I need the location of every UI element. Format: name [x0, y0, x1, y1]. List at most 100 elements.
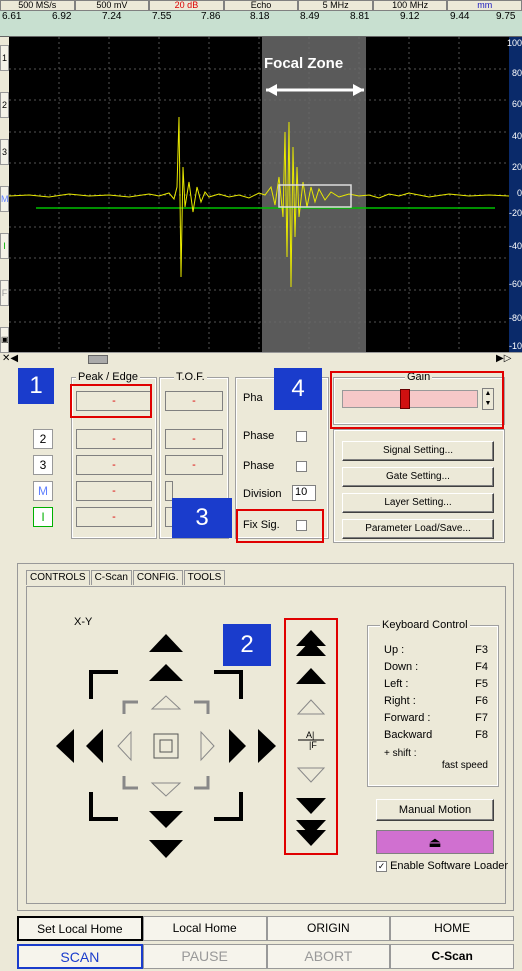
channel-tab-m[interactable]: M: [0, 186, 9, 212]
key-binding: F3: [475, 644, 488, 656]
row-label-i: I: [33, 507, 53, 527]
y-tick: 40: [511, 131, 522, 141]
channel-tab-i[interactable]: I: [0, 233, 9, 259]
z-jog-pad[interactable]: A| |F: [288, 622, 334, 852]
focus-icon: A|: [306, 730, 314, 740]
focal-zone-label: Focal Zone: [264, 55, 344, 72]
tab-cscan[interactable]: C-Scan: [90, 570, 132, 585]
phase-checkbox[interactable]: [296, 431, 307, 442]
parameter-load-save-button[interactable]: Parameter Load/Save...: [342, 519, 494, 539]
frequency[interactable]: 5 MHz: [298, 0, 373, 11]
channel-tab-f[interactable]: F: [0, 280, 9, 306]
collapse-icon[interactable]: ✕◀: [2, 353, 18, 364]
gate-setting-button[interactable]: Gate Setting...: [342, 467, 494, 487]
key-action: Forward :: [384, 712, 431, 724]
down-slow-icon: [150, 782, 182, 797]
y-tick: 80: [511, 68, 522, 78]
channel-tab-3[interactable]: 3: [0, 139, 9, 165]
row-label-m: M: [33, 481, 53, 501]
tof-value: -: [165, 429, 223, 449]
peak-edge-value: -: [76, 455, 152, 475]
origin-button[interactable]: ORIGIN: [266, 916, 391, 941]
eject-button[interactable]: ⏏: [376, 830, 494, 854]
row-label-2: 2: [33, 429, 53, 449]
save-icon[interactable]: ▣: [0, 327, 9, 353]
scroll-right-icon[interactable]: ▶▷: [496, 353, 511, 364]
ascan-display[interactable]: Focal Zone: [9, 37, 509, 353]
key-binding: F7: [475, 712, 488, 724]
local-home-button[interactable]: Local Home: [142, 916, 267, 941]
sample-rate[interactable]: 500 MS/s: [0, 0, 75, 11]
key-action: Left :: [384, 678, 409, 690]
tof-header: T.O.F.: [174, 371, 207, 383]
channel-tab-strip: 1 2 3 M I F ▣: [0, 37, 9, 353]
division-label: Division: [243, 488, 282, 500]
y-tick: 20: [511, 162, 522, 172]
set-local-home-button[interactable]: Set Local Home: [17, 916, 143, 941]
z-down-slow-icon: [296, 767, 326, 783]
enable-loader-label: Enable Software Loader: [390, 860, 509, 872]
key-binding: F6: [475, 695, 488, 707]
horizontal-scrollbar[interactable]: ✕◀ ▶▷: [0, 352, 522, 366]
channel-tab-1[interactable]: 1: [0, 45, 9, 71]
key-action: Right :: [384, 695, 416, 707]
z-up-slow-icon: [296, 699, 326, 715]
layer-setting-button[interactable]: Layer Setting...: [342, 493, 494, 513]
scan-button-row: SCAN PAUSE ABORT C-Scan: [17, 944, 514, 971]
up-fast-icon: [149, 634, 183, 652]
keyboard-control-title: Keyboard Control: [380, 619, 470, 631]
manual-motion-button[interactable]: Manual Motion: [376, 799, 494, 821]
tab-config[interactable]: CONFIG.: [132, 570, 183, 585]
measurement-panel: 1 2 3 M I Peak / Edge - - - - - T.O.F. -…: [0, 368, 522, 548]
peak-edge-value: -: [76, 507, 152, 527]
y-tick: 100: [506, 38, 522, 48]
tab-controls[interactable]: CONTROLS: [26, 570, 90, 585]
x-tick: 7.24: [102, 11, 122, 22]
y-tick: -10: [508, 341, 522, 351]
cscan-button[interactable]: C-Scan: [390, 944, 514, 969]
pause-button[interactable]: PAUSE: [142, 944, 267, 969]
signal-setting-button[interactable]: Signal Setting...: [342, 441, 494, 461]
highlight-fix-sig: [236, 509, 324, 543]
enable-loader-checkbox[interactable]: ✓: [376, 860, 387, 872]
right-icon: [229, 729, 246, 763]
peak-edge-header: Peak / Edge: [76, 371, 140, 383]
x-tick: 9.44: [450, 11, 470, 22]
x-tick: 8.49: [300, 11, 320, 22]
right-slow-icon: [200, 730, 215, 762]
up-icon: [149, 664, 183, 681]
key-action: Backward: [384, 729, 433, 741]
bandwidth[interactable]: 100 MHz: [372, 0, 448, 11]
units[interactable]: mm: [447, 0, 522, 11]
voltage-range[interactable]: 500 mV: [74, 0, 150, 11]
callout-2: 2: [223, 624, 271, 666]
center-home-icon: [153, 733, 179, 759]
y-tick: 0: [516, 188, 522, 198]
phase-checkbox[interactable]: [296, 461, 307, 472]
scroll-thumb[interactable]: [88, 355, 108, 364]
x-tick: 9.75: [496, 11, 516, 22]
tab-tools[interactable]: TOOLS: [183, 570, 226, 585]
fast-speed-note: fast speed: [441, 760, 488, 771]
gain-db[interactable]: 20 dB: [149, 0, 224, 11]
peak-edge-value: -: [76, 481, 152, 501]
scan-button[interactable]: SCAN: [17, 944, 143, 969]
svg-text:|F: |F: [309, 740, 317, 750]
callout-3: 3: [172, 498, 232, 538]
division-input[interactable]: 10: [292, 485, 316, 501]
highlight-gain: [330, 371, 504, 429]
mode[interactable]: Echo: [223, 0, 299, 11]
home-button[interactable]: HOME: [390, 916, 514, 941]
abort-button[interactable]: ABORT: [266, 944, 391, 969]
controls-panel: CONTROLS C-Scan CONFIG. TOOLS X-Y 2 A| |…: [17, 563, 514, 911]
highlight-peak-edge: [70, 384, 152, 418]
down-fast-icon: [149, 840, 183, 858]
y-tick: -20: [508, 208, 522, 218]
y-tick: -60: [508, 279, 522, 289]
left-slow-icon: [117, 730, 132, 762]
key-binding: F8: [475, 729, 488, 741]
x-tick: 6.92: [52, 11, 72, 22]
x-axis: 6.61 6.92 7.24 7.55 7.86 8.18 8.49 8.81 …: [0, 11, 522, 37]
waveform-plot: [9, 37, 509, 353]
channel-tab-2[interactable]: 2: [0, 92, 9, 118]
